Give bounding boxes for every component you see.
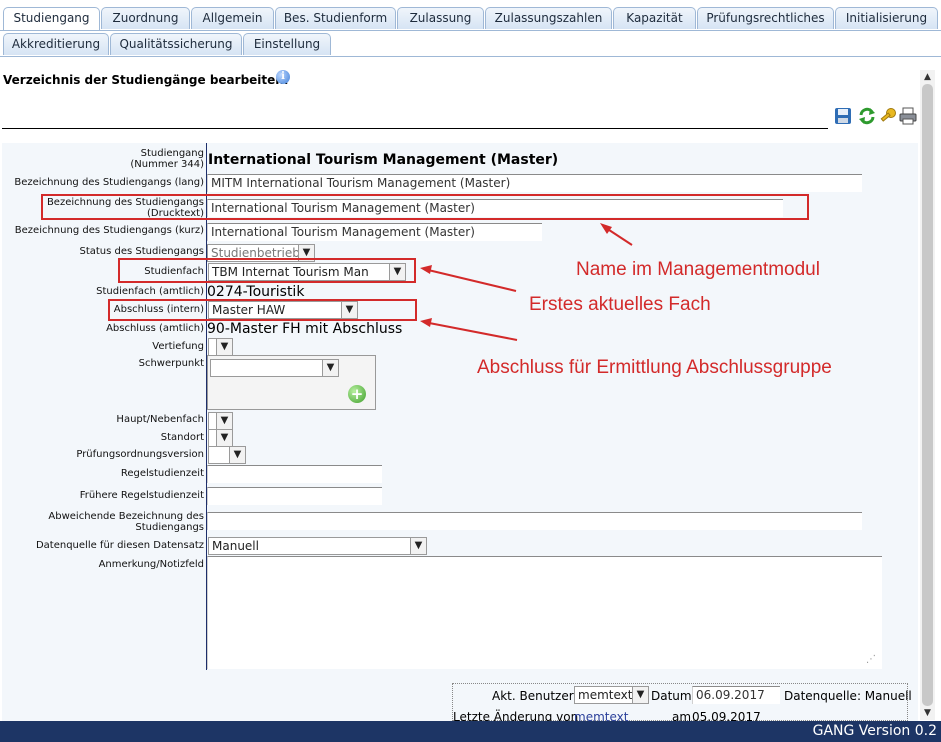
datum-label: Datum: [651, 689, 692, 703]
chevron-down-icon: ▼: [632, 687, 648, 703]
scroll-up-icon[interactable]: ▲: [920, 70, 935, 84]
version-bar: GANG Version 0.2: [0, 721, 941, 742]
scroll-down-icon[interactable]: ▼: [920, 706, 935, 720]
datum-input[interactable]: 06.09.2017: [692, 686, 780, 704]
annotation-abschlussgruppe: Abschluss für Ermittlung Abschlussgruppe: [477, 357, 832, 378]
akt-benutzer-label: Akt. Benutzer: [492, 689, 574, 703]
scroll-thumb[interactable]: [922, 84, 933, 706]
akt-benutzer-select[interactable]: memtext ▼: [574, 686, 649, 704]
annotation-name-management: Name im Managementmodul: [576, 259, 820, 280]
akt-benutzer-value: memtext: [578, 688, 633, 702]
datenquelle-info: Datenquelle: Manuell: [784, 689, 912, 703]
annotation-erstes-fach: Erstes aktuelles Fach: [529, 294, 711, 315]
version-text: GANG Version 0.2: [812, 723, 937, 739]
